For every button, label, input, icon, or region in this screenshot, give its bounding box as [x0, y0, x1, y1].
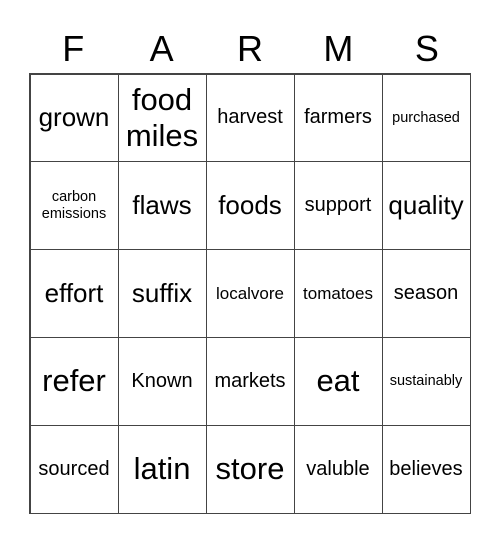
bingo-cell[interactable]: Known	[117, 336, 207, 426]
bingo-cell[interactable]: eat	[293, 336, 383, 426]
bingo-cell[interactable]: foods	[205, 161, 295, 251]
bingo-cell[interactable]: support	[293, 161, 383, 251]
bingo-cell[interactable]: sustainably	[381, 336, 471, 426]
bingo-grid: grown food miles harvest farmers purchased ca…	[29, 73, 471, 514]
bingo-cell[interactable]: grown	[29, 73, 119, 163]
bingo-cell[interactable]: suffix	[117, 249, 207, 338]
bingo-cell[interactable]: localvore	[205, 249, 295, 338]
bingo-cell[interactable]: farmers	[293, 73, 383, 163]
bingo-cell[interactable]: effort	[29, 249, 119, 338]
bingo-cell[interactable]: harvest	[205, 73, 295, 163]
bingo-cell[interactable]: latin	[117, 424, 207, 514]
bingo-cell[interactable]: purchased	[381, 73, 471, 163]
bingo-cell[interactable]: tomatoes	[293, 249, 383, 338]
bingo-cell[interactable]: quality	[381, 161, 471, 251]
header-letter: R	[237, 28, 264, 69]
bingo-cell[interactable]: valuble	[293, 424, 383, 514]
bingo-cell[interactable]: flaws	[117, 161, 207, 251]
bingo-cell[interactable]: store	[205, 424, 295, 514]
bingo-cell[interactable]: sourced	[29, 424, 119, 514]
bingo-cell[interactable]: food miles	[117, 73, 207, 163]
header-letter: M	[323, 28, 354, 69]
bingo-cell[interactable]: season	[381, 249, 471, 338]
bingo-cell[interactable]: refer	[29, 336, 119, 426]
header-letter: A	[149, 28, 174, 69]
bingo-cell[interactable]: believes	[381, 424, 471, 514]
bingo-header: F A R M S	[29, 26, 471, 72]
bingo-cell[interactable]: carbon emissions	[29, 161, 119, 251]
header-letter: F	[62, 28, 85, 69]
header-letter: S	[414, 28, 439, 69]
bingo-cell[interactable]: markets	[205, 336, 295, 426]
